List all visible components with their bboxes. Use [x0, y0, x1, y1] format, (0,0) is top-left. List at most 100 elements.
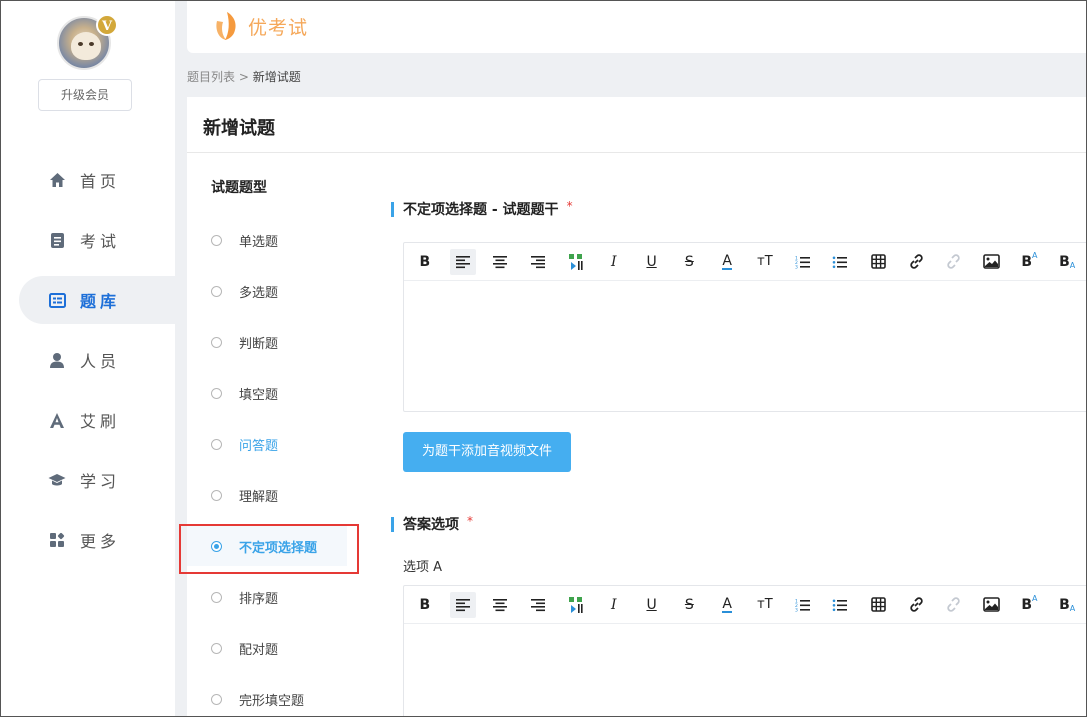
divider [187, 152, 1087, 153]
logo-icon [216, 12, 236, 40]
align-right-icon[interactable] [525, 592, 551, 618]
nav-item-home[interactable]: 首页 [0, 150, 175, 210]
unordered-list-icon[interactable] [828, 592, 854, 618]
radio-button[interactable] [211, 337, 222, 348]
type-option-single-choice[interactable]: 单选题 [187, 215, 362, 266]
type-label: 配对题 [239, 643, 279, 658]
table-icon[interactable] [865, 592, 891, 618]
type-label: 单选题 [239, 235, 279, 250]
required-mark: * [566, 199, 573, 213]
superscript-icon[interactable]: BA [1017, 249, 1043, 275]
nav-item-more[interactable]: 更多 [0, 510, 175, 570]
unlink-icon[interactable] [941, 249, 967, 275]
question-bank-icon [48, 291, 66, 309]
unlink-icon[interactable] [941, 592, 967, 618]
radio-button[interactable] [211, 490, 222, 501]
unordered-list-icon[interactable] [828, 249, 854, 275]
ordered-list-icon[interactable]: 123 [790, 592, 816, 618]
type-label: 填空题 [239, 388, 279, 403]
a-letter-icon [48, 411, 66, 429]
bold-icon[interactable]: B [412, 249, 438, 275]
breadcrumb: 题目列表 > 新增试题 [187, 68, 301, 85]
breadcrumb-parent-link[interactable]: 题目列表 [187, 70, 235, 84]
font-size-icon[interactable]: тT [752, 249, 778, 275]
radio-button[interactable] [211, 643, 222, 654]
radio-button[interactable] [211, 694, 222, 705]
nav-item-study[interactable]: 学习 [0, 450, 175, 510]
radio-button[interactable] [211, 286, 222, 297]
type-option-multiple-choice[interactable]: 多选题 [187, 266, 362, 317]
breadcrumb-separator: > [235, 70, 253, 84]
type-option-cloze[interactable]: 完形填空题 [187, 674, 362, 717]
radio-button[interactable] [211, 388, 222, 399]
font-color-icon[interactable]: A [714, 592, 740, 618]
nav-label: 首页 [80, 172, 121, 191]
align-center-icon[interactable] [488, 249, 514, 275]
vip-badge: V [96, 14, 118, 36]
avatar-eye-left [78, 42, 83, 46]
insert-image-icon[interactable] [979, 249, 1005, 275]
page-title: 新增试题 [203, 118, 275, 139]
bold-icon[interactable]: B [412, 592, 438, 618]
type-option-comprehension[interactable]: 理解题 [187, 470, 362, 521]
exam-icon [48, 231, 66, 249]
options-section-heading: 答案选项 * [391, 514, 473, 534]
image-text-icon[interactable] [563, 249, 589, 275]
italic-icon[interactable]: I [601, 592, 627, 618]
strikethrough-icon[interactable]: S [676, 592, 702, 618]
align-left-icon[interactable] [449, 248, 476, 275]
user-icon [48, 351, 66, 369]
nav-label: 人员 [80, 352, 121, 371]
radio-button[interactable] [211, 235, 222, 246]
main-nav: 首页 考试 题库 人员 艾刷 学习 更多 [0, 150, 179, 570]
nav-label: 题库 [80, 292, 121, 311]
graduation-cap-icon [48, 471, 66, 489]
nav-item-aishua[interactable]: 艾刷 [0, 390, 175, 450]
link-icon[interactable] [903, 592, 929, 618]
insert-image-icon[interactable] [979, 592, 1005, 618]
section-accent-bar [391, 516, 394, 532]
nav-item-exam[interactable]: 考试 [0, 210, 175, 270]
nav-label: 学习 [80, 472, 121, 491]
subscript-icon[interactable]: BA [1054, 592, 1080, 618]
link-icon[interactable] [903, 249, 929, 275]
type-option-sorting[interactable]: 排序题 [187, 572, 362, 623]
image-text-icon[interactable] [563, 592, 589, 618]
question-type-heading: 试题题型 [211, 180, 267, 196]
radio-button[interactable] [211, 439, 222, 450]
more-grid-icon [48, 531, 66, 549]
nav-label: 考试 [80, 232, 121, 251]
type-label: 完形填空题 [239, 694, 305, 709]
underline-icon[interactable]: U [639, 592, 665, 618]
radio-button[interactable] [211, 592, 222, 603]
font-size-icon[interactable]: тT [752, 592, 778, 618]
font-color-icon[interactable]: A [714, 249, 740, 275]
stem-section-title: 不定项选择题 - 试题题干 [403, 202, 559, 218]
avatar-eye-right [89, 42, 94, 46]
nav-item-personnel[interactable]: 人员 [0, 330, 175, 390]
nav-label: 更多 [80, 532, 121, 551]
type-option-fill-blank[interactable]: 填空题 [187, 368, 362, 419]
type-option-essay[interactable]: 问答题 [187, 419, 362, 470]
superscript-icon[interactable]: BA [1017, 592, 1043, 618]
type-label: 理解题 [239, 490, 279, 505]
underline-icon[interactable]: U [639, 249, 665, 275]
italic-icon[interactable]: I [601, 249, 627, 275]
strikethrough-icon[interactable]: S [676, 249, 702, 275]
type-label: 排序题 [239, 592, 279, 607]
subscript-icon[interactable]: BA [1054, 249, 1080, 275]
align-right-icon[interactable] [525, 249, 551, 275]
align-left-icon[interactable] [449, 591, 476, 618]
table-icon[interactable] [865, 249, 891, 275]
type-option-matching[interactable]: 配对题 [187, 623, 362, 674]
logo[interactable]: 优考试 [214, 11, 308, 41]
ordered-list-icon[interactable]: 123 [790, 249, 816, 275]
type-option-true-false[interactable]: 判断题 [187, 317, 362, 368]
options-section-title: 答案选项 [403, 517, 459, 533]
upgrade-member-button[interactable]: 升级会员 [38, 79, 132, 111]
nav-item-question-bank[interactable]: 题库 [0, 270, 179, 330]
editor-toolbar: B I U S A тT 123 BA BA [404, 243, 1087, 281]
align-center-icon[interactable] [488, 592, 514, 618]
add-media-button[interactable]: 为题干添加音视频文件 [403, 432, 571, 472]
highlight-annotation-box [179, 524, 359, 574]
